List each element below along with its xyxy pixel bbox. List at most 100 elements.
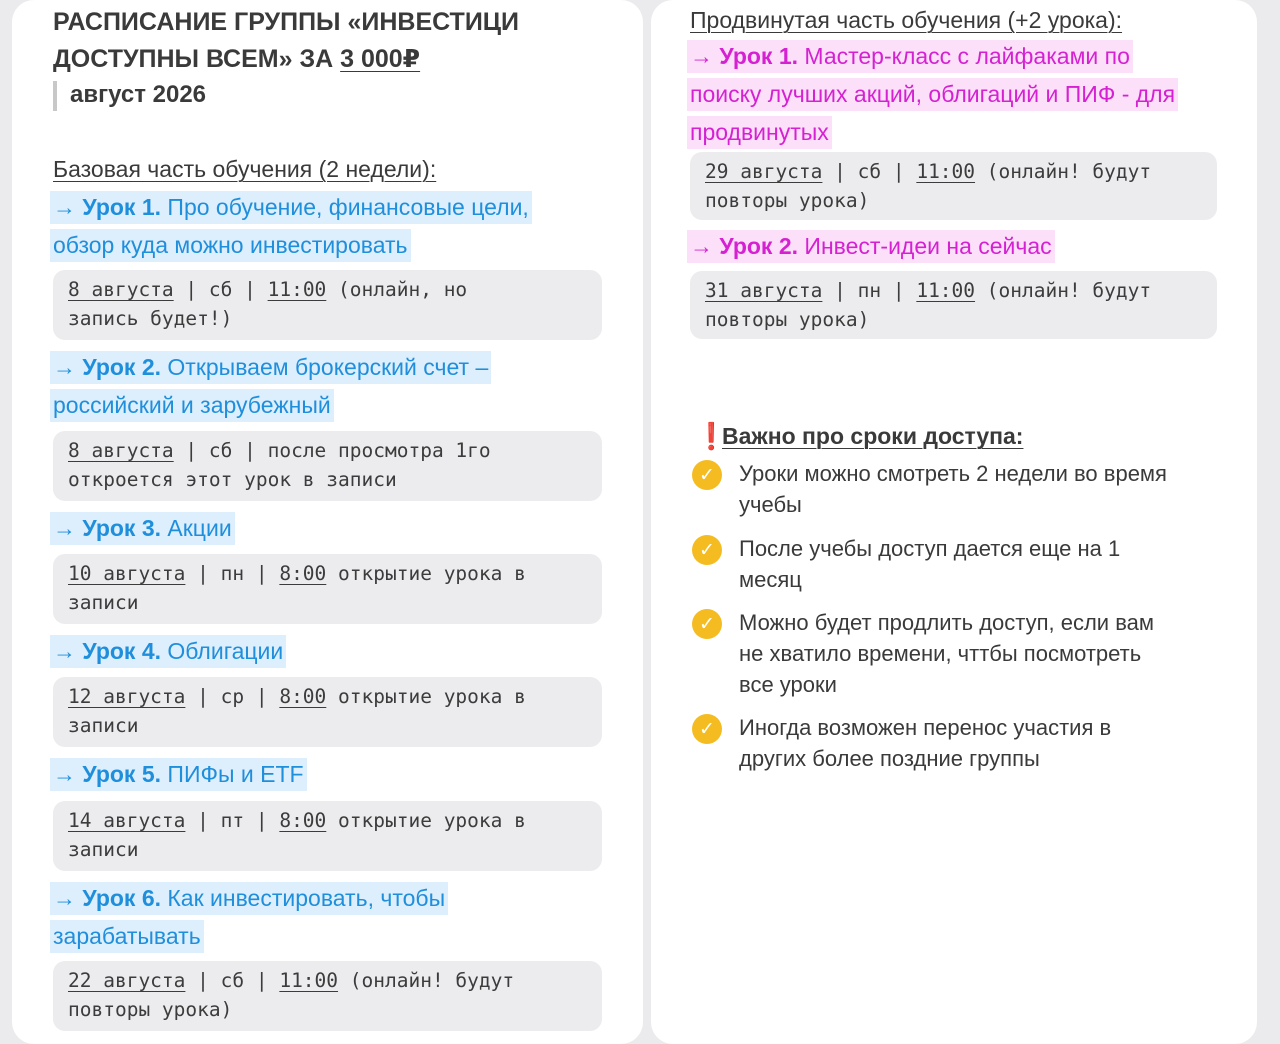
access-heading: Важно про сроки доступа: — [722, 423, 1024, 449]
arrow-icon: → — [690, 233, 720, 259]
check-icon: ✓ — [692, 535, 722, 565]
arrow-icon: → — [53, 194, 83, 220]
basic-lesson-2: → Урок 2. Открываем брокерский счет – рос… — [50, 348, 610, 424]
lesson-line-1: ПИФы и ETF — [167, 761, 304, 787]
note-date: 8 августа — [68, 278, 174, 301]
advanced-lesson-1: → Урок 1. Мастер-класс с лайфаками по пои… — [687, 37, 1247, 151]
note-line-1: 10 августа | пн | 8:00 открытие урока в — [68, 559, 587, 588]
lesson-title: → Урок 1. Мастер-класс с лайфаками по пои… — [687, 40, 1179, 149]
title-line-2: ДОСТУПНЫ ВСЕМ» ЗА 3 000₽ — [53, 41, 593, 78]
note-line-2: откроется этот урок в записи — [68, 468, 397, 491]
item-line: Уроки можно смотреть 2 недели во время — [739, 461, 1167, 486]
note-tail: (онлайн, но — [326, 278, 468, 301]
check-icon: ✓ — [692, 609, 722, 639]
basic-lesson-4: → Урок 4. Облигации — [50, 632, 610, 670]
note-line-1: 31 августа | пн | 11:00 (онлайн! будут — [705, 276, 1202, 305]
item-line: После учебы доступ дается еще на 1 — [739, 536, 1121, 561]
note-date: 10 августа — [68, 562, 186, 585]
note-tail: открытие урока в — [326, 562, 526, 585]
note-tail: открытие урока в — [326, 809, 526, 832]
lesson-5-schedule-note: 14 августа | пт | 8:00 открытие урока в … — [53, 801, 602, 871]
lesson-3-schedule-note: 10 августа | пн | 8:00 открытие урока в … — [53, 554, 602, 624]
item-line: все уроки — [739, 672, 837, 697]
lesson-line-1: Про обучение, финансовые цели, — [167, 194, 529, 220]
note-line-1: 29 августа | сб | 11:00 (онлайн! будут — [705, 157, 1202, 186]
item-line: месяц — [739, 567, 802, 592]
basic-lesson-5: → Урок 5. ПИФы и ETF — [50, 755, 610, 793]
check-icon: ✓ — [692, 714, 722, 744]
note-tail: (онлайн! будут — [338, 969, 515, 992]
right-panel: Продвинутая часть обучения (+2 урока): →… — [651, 0, 1257, 1044]
lesson-line-1: Инвест-идеи на сейчас — [804, 233, 1052, 259]
lesson-1-schedule-note: 8 августа | сб | 11:00 (онлайн, но запис… — [53, 270, 602, 340]
basic-lesson-3: → Урок 3. Акции — [50, 509, 610, 547]
note-day: | сб | — [173, 278, 268, 301]
lesson-title: → Урок 1. Про обучение, финансовые цели,… — [50, 191, 532, 262]
lesson-line-1: Открываем брокерский счет – — [167, 354, 489, 380]
note-line-2: записи — [68, 714, 139, 737]
lesson-line-3: продвинутых — [690, 119, 829, 145]
note-tail: после просмотра 1го — [267, 439, 491, 462]
lesson-title: → Урок 2. Инвест-идеи на сейчас — [687, 230, 1055, 263]
note-date: 8 августа — [68, 439, 174, 462]
lesson-line-2: обзор куда можно инвестировать — [53, 232, 408, 258]
access-item-text: Можно будет продлить доступ, если вам не… — [739, 607, 1219, 700]
lesson-title: → Урок 6. Как инвестировать, чтобы зараба… — [50, 882, 449, 953]
note-time: 11:00 — [916, 279, 976, 302]
lesson-title: → Урок 3. Акции — [50, 512, 235, 545]
arrow-icon: → — [53, 761, 83, 787]
note-line-1: 22 августа | сб | 11:00 (онлайн! будут — [68, 966, 587, 995]
note-line-2: записи — [68, 838, 139, 861]
schedule-title: РАСПИСАНИЕ ГРУППЫ «ИНВЕСТИЦИ ДОСТУПНЫ ВС… — [53, 4, 593, 78]
note-line-2: записи — [68, 591, 139, 614]
note-line-2: запись будет!) — [68, 307, 233, 330]
note-line-1: 14 августа | пт | 8:00 открытие урока в — [68, 806, 587, 835]
lesson-label: Урок 4. — [82, 638, 162, 664]
note-date: 29 августа — [705, 160, 823, 183]
access-item-text: После учебы доступ дается еще на 1 месяц — [739, 533, 1219, 595]
note-date: 12 августа — [68, 685, 186, 708]
lesson-line-1: Облигации — [167, 638, 284, 664]
note-day: | пн | — [822, 279, 917, 302]
lesson-line-2: российский и зарубежный — [53, 392, 331, 418]
note-tail: (онлайн! будут — [975, 160, 1152, 183]
item-line: других более поздние группы — [739, 746, 1040, 771]
note-time: 11:00 — [279, 969, 339, 992]
note-time: 8:00 — [279, 809, 327, 832]
item-line: Можно будет продлить доступ, если вам — [739, 610, 1155, 635]
title-price: 3 000₽ — [340, 45, 421, 73]
lesson-label: Урок 3. — [82, 515, 162, 541]
note-line-2: повторы урока) — [705, 308, 870, 331]
lesson-label: Урок 6. — [82, 885, 162, 911]
advanced-lesson-2-schedule-note: 31 августа | пн | 11:00 (онлайн! будут п… — [690, 271, 1217, 339]
note-line-1: 8 августа | сб | после просмотра 1го — [68, 436, 587, 465]
lesson-title: → Урок 2. Открываем брокерский счет – рос… — [50, 351, 492, 422]
note-time: 11:00 — [916, 160, 976, 183]
month-label: август 2026 — [70, 81, 207, 108]
title-line-2-prefix: ДОСТУПНЫ ВСЕМ» ЗА — [53, 45, 341, 73]
note-line-1: 8 августа | сб | 11:00 (онлайн, но — [68, 275, 587, 304]
lesson-title: → Урок 4. Облигации — [50, 635, 287, 668]
basic-lesson-6: → Урок 6. Как инвестировать, чтобы зараба… — [50, 879, 610, 955]
note-date: 31 августа — [705, 279, 823, 302]
lesson-line-1: Акции — [167, 515, 232, 541]
lesson-2-schedule-note: 8 августа | сб | после просмотра 1го отк… — [53, 431, 602, 501]
lesson-line-2: поиску лучших акций, облигаций и ПИФ - д… — [690, 81, 1176, 107]
arrow-icon: → — [53, 885, 83, 911]
note-line-1: 12 августа | ср | 8:00 открытие урока в — [68, 682, 587, 711]
note-day: | сб | — [822, 160, 917, 183]
left-panel: РАСПИСАНИЕ ГРУППЫ «ИНВЕСТИЦИ ДОСТУПНЫ ВС… — [12, 0, 643, 1044]
lesson-label: Урок 2. — [82, 354, 162, 380]
note-time: 8:00 — [279, 685, 327, 708]
item-line: Иногда возможен перенос участия в — [739, 715, 1112, 740]
lesson-line-1: Как инвестировать, чтобы — [167, 885, 446, 911]
arrow-icon: → — [53, 638, 83, 664]
note-tail: (онлайн! будут — [975, 279, 1152, 302]
note-time: 8:00 — [279, 562, 327, 585]
lesson-6-schedule-note: 22 августа | сб | 11:00 (онлайн! будут п… — [53, 961, 602, 1031]
lesson-4-schedule-note: 12 августа | ср | 8:00 открытие урока в … — [53, 677, 602, 747]
note-day: | пт | — [185, 809, 280, 832]
lesson-line-1: Мастер-класс с лайфаками по — [804, 43, 1130, 69]
check-icon: ✓ — [692, 460, 722, 490]
note-line-2: повторы урока) — [68, 998, 233, 1021]
